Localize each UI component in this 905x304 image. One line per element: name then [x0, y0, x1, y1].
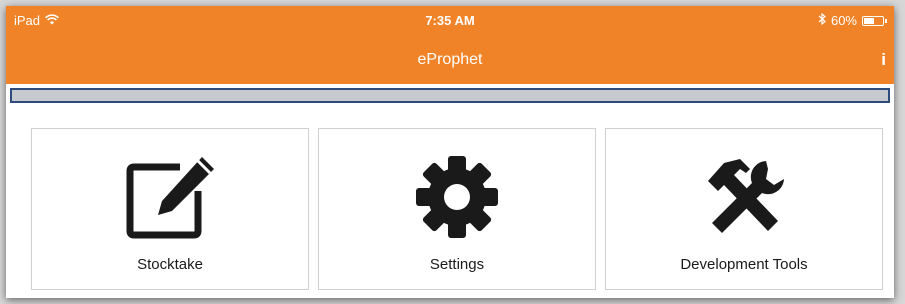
- development-tools-tile[interactable]: Development Tools: [605, 128, 883, 290]
- search-bar[interactable]: [10, 88, 890, 103]
- development-tools-label: Development Tools: [680, 256, 808, 273]
- settings-icon-wrap: [319, 155, 595, 239]
- battery-fill: [864, 17, 874, 24]
- navigation-bar: eProphet i: [6, 36, 894, 84]
- battery-icon: [862, 15, 887, 26]
- app-title: eProphet: [417, 51, 483, 68]
- dev-tools-icon-wrap: [606, 155, 882, 239]
- gear-icon: [416, 156, 498, 238]
- edit-icon: [126, 157, 214, 239]
- app-window: iPad 7:35 AM 60% eProphet i Stocktake Se…: [6, 6, 894, 298]
- stocktake-icon-wrap: [32, 155, 308, 239]
- battery-tip: [885, 18, 887, 23]
- bluetooth-icon: [818, 12, 826, 28]
- info-button[interactable]: i: [881, 50, 886, 70]
- settings-label: Settings: [429, 256, 485, 273]
- status-right: 60%: [818, 12, 887, 28]
- status-time: 7:35 AM: [425, 13, 475, 28]
- stocktake-tile[interactable]: Stocktake: [31, 128, 309, 290]
- settings-tile[interactable]: Settings: [318, 128, 596, 290]
- tools-icon: [708, 159, 784, 233]
- stocktake-label: Stocktake: [137, 256, 203, 273]
- battery-percent: 60%: [830, 13, 857, 28]
- status-bar: iPad 7:35 AM 60%: [6, 6, 894, 36]
